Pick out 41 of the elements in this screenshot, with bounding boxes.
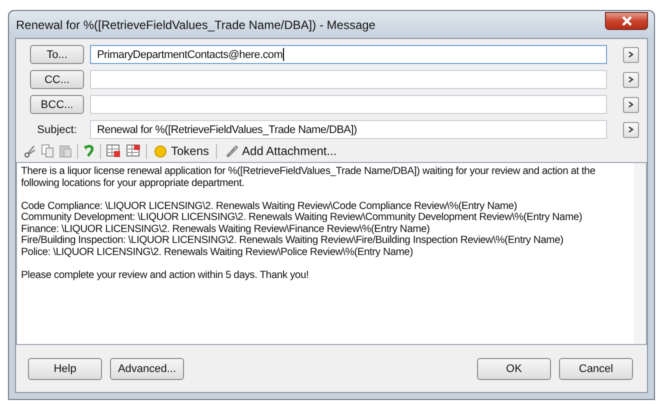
recipient-button[interactable]: To... bbox=[30, 45, 84, 64]
dialog-button[interactable]: Cancel bbox=[559, 358, 633, 380]
table-icon[interactable] bbox=[126, 144, 141, 158]
tokens-button[interactable]: Tokens bbox=[152, 144, 212, 158]
copy-icon[interactable] bbox=[41, 144, 54, 158]
body-text: There is a liquor license renewal application for %([RetrieveFieldValues_Trade Name/DBA]) waiting for your review and action at the following locations for your appropriate department. bbox=[21, 166, 596, 189]
undo-icon[interactable] bbox=[83, 144, 95, 158]
add-attachment-button[interactable]: Add Attachment... bbox=[222, 144, 339, 158]
body-text: Code Compliance: \LIQUOR LICENSING\2. Renewals Waiting Review\Code Compliance Review\%(Entry Name) bbox=[21, 200, 517, 212]
chevron-icon bbox=[628, 76, 634, 83]
message-body-field[interactable] bbox=[16, 162, 647, 345]
input-field[interactable]: Renewal for %([RetrieveFieldValues_Trade Name/DBA]) bbox=[90, 120, 607, 139]
dialog-button[interactable]: Help bbox=[28, 358, 102, 380]
recipient-button[interactable]: CC... bbox=[30, 70, 84, 89]
scissors-icon[interactable] bbox=[24, 144, 36, 158]
expand-button[interactable] bbox=[623, 46, 639, 62]
coin-icon bbox=[154, 144, 167, 158]
expand-button[interactable] bbox=[623, 122, 639, 138]
dialog-button[interactable]: Advanced... bbox=[110, 358, 184, 380]
window-title: Renewal for %([RetrieveFieldValues_Trade Name/DBA]) - Message bbox=[16, 18, 376, 32]
chevron-icon bbox=[628, 51, 634, 58]
close-icon bbox=[620, 16, 632, 26]
paperclip-icon bbox=[224, 144, 238, 158]
expand-button[interactable] bbox=[623, 72, 639, 88]
input-field[interactable]: PrimaryDepartmentContacts@here.com bbox=[90, 45, 607, 64]
recipient-button[interactable]: BCC... bbox=[30, 95, 84, 114]
body-text: Finance: \LIQUOR LICENSING\2. Renewals Waiting Review\Finance Review\%(Entry Name) bbox=[21, 224, 430, 234]
body-text: Community Development: \LIQUOR LICENSING\2. Renewals Waiting Review\Community Development Review\%(Entry Name) bbox=[21, 212, 584, 224]
scrollbar[interactable] bbox=[634, 163, 646, 344]
body-text: Please complete your review and action within 5 days. Thank you! bbox=[21, 270, 310, 281]
field-label: Subject: bbox=[36, 124, 78, 136]
input-field[interactable] bbox=[90, 70, 607, 89]
input-field[interactable] bbox=[90, 95, 607, 114]
expand-button[interactable] bbox=[623, 96, 639, 112]
dialog-button[interactable]: OK bbox=[477, 358, 551, 380]
body-text: Fire/Building Inspection: \LIQUOR LICENSING\2. Renewals Waiting Review\Fire/Building Inspection Review\%(Entry Name) bbox=[21, 235, 564, 246]
chevron-icon bbox=[628, 126, 634, 133]
close-button[interactable] bbox=[605, 12, 648, 30]
body-text: Police: \LIQUOR LICENSING\2. Renewals Waiting Review\Police Review\%(Entry Name) bbox=[21, 246, 414, 258]
chevron-icon bbox=[628, 101, 634, 108]
table-icon[interactable] bbox=[106, 144, 121, 158]
